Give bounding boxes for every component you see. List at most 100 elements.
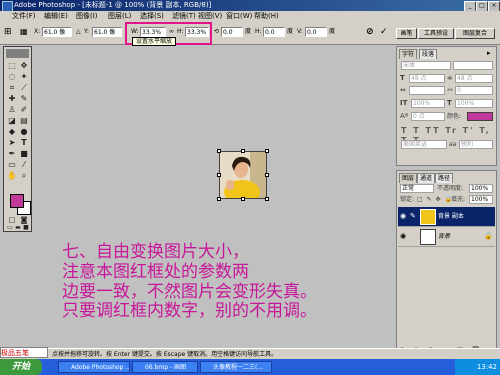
healing-brush-tool-icon[interactable]: ✚ bbox=[7, 94, 17, 104]
relative-position-icon[interactable]: △ bbox=[76, 27, 81, 37]
y-label: Y: bbox=[84, 28, 89, 35]
pen-tool-icon[interactable]: ✒ bbox=[7, 149, 17, 159]
horizontal-scale-icon: T bbox=[447, 99, 452, 107]
menu-help[interactable]: 帮助(H) bbox=[254, 12, 279, 21]
vertical-scale-icon: IT bbox=[400, 99, 408, 107]
fill-label: 填充: bbox=[451, 196, 466, 203]
reference-point-icon[interactable]: ▦ bbox=[20, 28, 28, 36]
hand-tool-icon[interactable]: ✋ bbox=[7, 171, 17, 181]
taskbar-item-photoshop[interactable]: Adobe Photoshop ... bbox=[58, 361, 130, 373]
font-size-field[interactable]: 48 点 bbox=[409, 74, 445, 83]
leading-icon: ≑ bbox=[447, 74, 453, 82]
cancel-transform-icon[interactable]: ⊘ bbox=[366, 27, 374, 37]
slice-tool-icon[interactable]: ⟋ bbox=[19, 83, 29, 93]
type-tool-icon[interactable]: T bbox=[19, 138, 29, 148]
magic-wand-tool-icon[interactable]: ✦ bbox=[19, 72, 29, 82]
vertical-skew-field[interactable]: 0.0 bbox=[305, 27, 327, 37]
stamp-tool-icon[interactable]: ♙ bbox=[7, 105, 17, 115]
eyedropper-tool-icon[interactable]: ⁄ bbox=[19, 160, 29, 170]
menu-layer[interactable]: 图层(L) bbox=[108, 12, 131, 21]
notes-tool-icon[interactable]: ▭ bbox=[7, 160, 17, 170]
menu-image[interactable]: 图像(I) bbox=[76, 12, 98, 21]
crop-tool-icon[interactable]: ⌗ bbox=[7, 83, 17, 93]
anti-alias-field[interactable]: 锐利 bbox=[459, 140, 493, 149]
transform-handle-tl[interactable] bbox=[217, 149, 221, 153]
transform-handle-bl[interactable] bbox=[217, 197, 221, 201]
move-tool-icon[interactable]: ✥ bbox=[19, 61, 29, 71]
vertical-scale-field[interactable]: 100% bbox=[411, 99, 445, 108]
tab-layer-comps[interactable]: 图层复合 bbox=[455, 28, 495, 39]
commit-transform-icon[interactable]: ✓ bbox=[380, 27, 388, 37]
tab-paths[interactable]: 路径 bbox=[435, 173, 454, 183]
eye-icon[interactable]: ◉ bbox=[400, 212, 406, 220]
marquee-tool-icon[interactable]: ⬚ bbox=[7, 61, 17, 71]
lock-label: 锁定: bbox=[400, 196, 415, 203]
lasso-tool-icon[interactable]: ◌ bbox=[7, 72, 17, 82]
start-button[interactable]: 开始 bbox=[0, 359, 42, 375]
dodge-tool-icon[interactable]: ● bbox=[19, 127, 29, 137]
fill-field[interactable]: 100% bbox=[469, 195, 493, 204]
text-color-swatch[interactable] bbox=[467, 112, 493, 121]
clock: 13:42 bbox=[476, 363, 497, 371]
brush-link-icon[interactable]: ✎ bbox=[410, 212, 416, 220]
taskbar-item-tutorial[interactable]: 头像教程一二三(... bbox=[200, 361, 272, 373]
menu-select[interactable]: 选择(S) bbox=[140, 12, 164, 21]
menu-file[interactable]: 文件(F) bbox=[12, 12, 36, 21]
screen-mode-full-icon[interactable]: ■ bbox=[21, 223, 31, 233]
toolbox-header[interactable] bbox=[6, 49, 29, 58]
font-family-field[interactable]: 宋体 bbox=[401, 61, 451, 70]
tab-channels[interactable]: 通道 bbox=[417, 173, 436, 183]
menu-view[interactable]: 视图(V) bbox=[198, 12, 222, 21]
opacity-field[interactable]: 100% bbox=[469, 184, 493, 193]
transform-handle-tr[interactable] bbox=[265, 149, 269, 153]
gradient-tool-icon[interactable]: ▤ bbox=[19, 116, 29, 126]
eraser-tool-icon[interactable]: ◪ bbox=[7, 116, 17, 126]
transform-handle-br[interactable] bbox=[265, 197, 269, 201]
rotate-angle-field[interactable]: 0.0 bbox=[221, 27, 243, 37]
leading-field[interactable]: 48 点 bbox=[455, 74, 493, 83]
lock-icon: 🔒 bbox=[484, 232, 493, 240]
brush-tool-icon[interactable]: ✎ bbox=[19, 94, 29, 104]
panel-menu-icon[interactable]: ▸ bbox=[487, 49, 491, 57]
transform-handle-mr[interactable] bbox=[265, 173, 269, 177]
eye-icon[interactable]: ◉ bbox=[400, 232, 406, 240]
language-field[interactable]: 美国英语 bbox=[401, 140, 447, 149]
layer-name[interactable]: 背景 bbox=[438, 232, 450, 241]
layer-name[interactable]: 背景 副本 bbox=[438, 212, 464, 221]
menu-filter[interactable]: 滤镜(T) bbox=[172, 12, 196, 21]
taskbar-item-paint[interactable]: 06.bmp - 画图 bbox=[132, 361, 198, 373]
transform-handle-tc[interactable] bbox=[241, 149, 245, 153]
ime-indicator[interactable]: 极品五笔 bbox=[0, 347, 48, 358]
vskew-unit: 度 bbox=[329, 28, 336, 35]
path-selection-tool-icon[interactable]: ➤ bbox=[7, 138, 17, 148]
transform-tool-icon[interactable]: ⊞ bbox=[4, 27, 12, 37]
angle-unit: 度 bbox=[245, 28, 252, 35]
foreground-color-swatch[interactable] bbox=[10, 194, 24, 208]
lock-icons[interactable]: □ ✎ ✥ 🔒 bbox=[417, 195, 453, 204]
history-brush-tool-icon[interactable]: ✐ bbox=[19, 105, 29, 115]
tracking-field[interactable]: 0 bbox=[455, 86, 493, 95]
tab-layers[interactable]: 图层 bbox=[399, 173, 418, 183]
layer-row[interactable]: ◉ ✎ 背景 副本 bbox=[398, 207, 495, 227]
menu-window[interactable]: 窗口(W) bbox=[226, 12, 252, 21]
zoom-tool-icon[interactable]: ⌕ bbox=[19, 171, 29, 181]
baseline-shift-field[interactable]: 0 点 bbox=[411, 112, 445, 121]
tab-paragraph[interactable]: 段落 bbox=[419, 49, 438, 59]
horizontal-scale-field[interactable]: 100% bbox=[455, 99, 493, 108]
text-style-buttons[interactable]: T T TT Tr T' T, T Ŧ bbox=[401, 126, 493, 145]
blend-mode-select[interactable]: 正常 bbox=[400, 184, 434, 193]
canvas-document[interactable] bbox=[217, 149, 269, 204]
menu-edit[interactable]: 编辑(E) bbox=[44, 12, 68, 21]
kerning-field[interactable] bbox=[409, 86, 445, 95]
tab-brushes[interactable]: 画笔 bbox=[396, 28, 417, 39]
transform-handle-ml[interactable] bbox=[217, 173, 221, 177]
tab-tool-presets[interactable]: 工具预设 bbox=[418, 28, 454, 39]
tab-character[interactable]: 字符 bbox=[399, 49, 418, 59]
font-style-field[interactable] bbox=[453, 61, 493, 70]
x-position-field[interactable]: 61.0 像 bbox=[42, 27, 72, 37]
blur-tool-icon[interactable]: ◆ bbox=[7, 127, 17, 137]
layer-row[interactable]: ◉ 背景 🔒 bbox=[398, 227, 495, 247]
shape-tool-icon[interactable]: ■ bbox=[19, 149, 29, 159]
transform-handle-bc[interactable] bbox=[241, 197, 245, 201]
horizontal-skew-field[interactable]: 0.0 bbox=[263, 27, 285, 37]
